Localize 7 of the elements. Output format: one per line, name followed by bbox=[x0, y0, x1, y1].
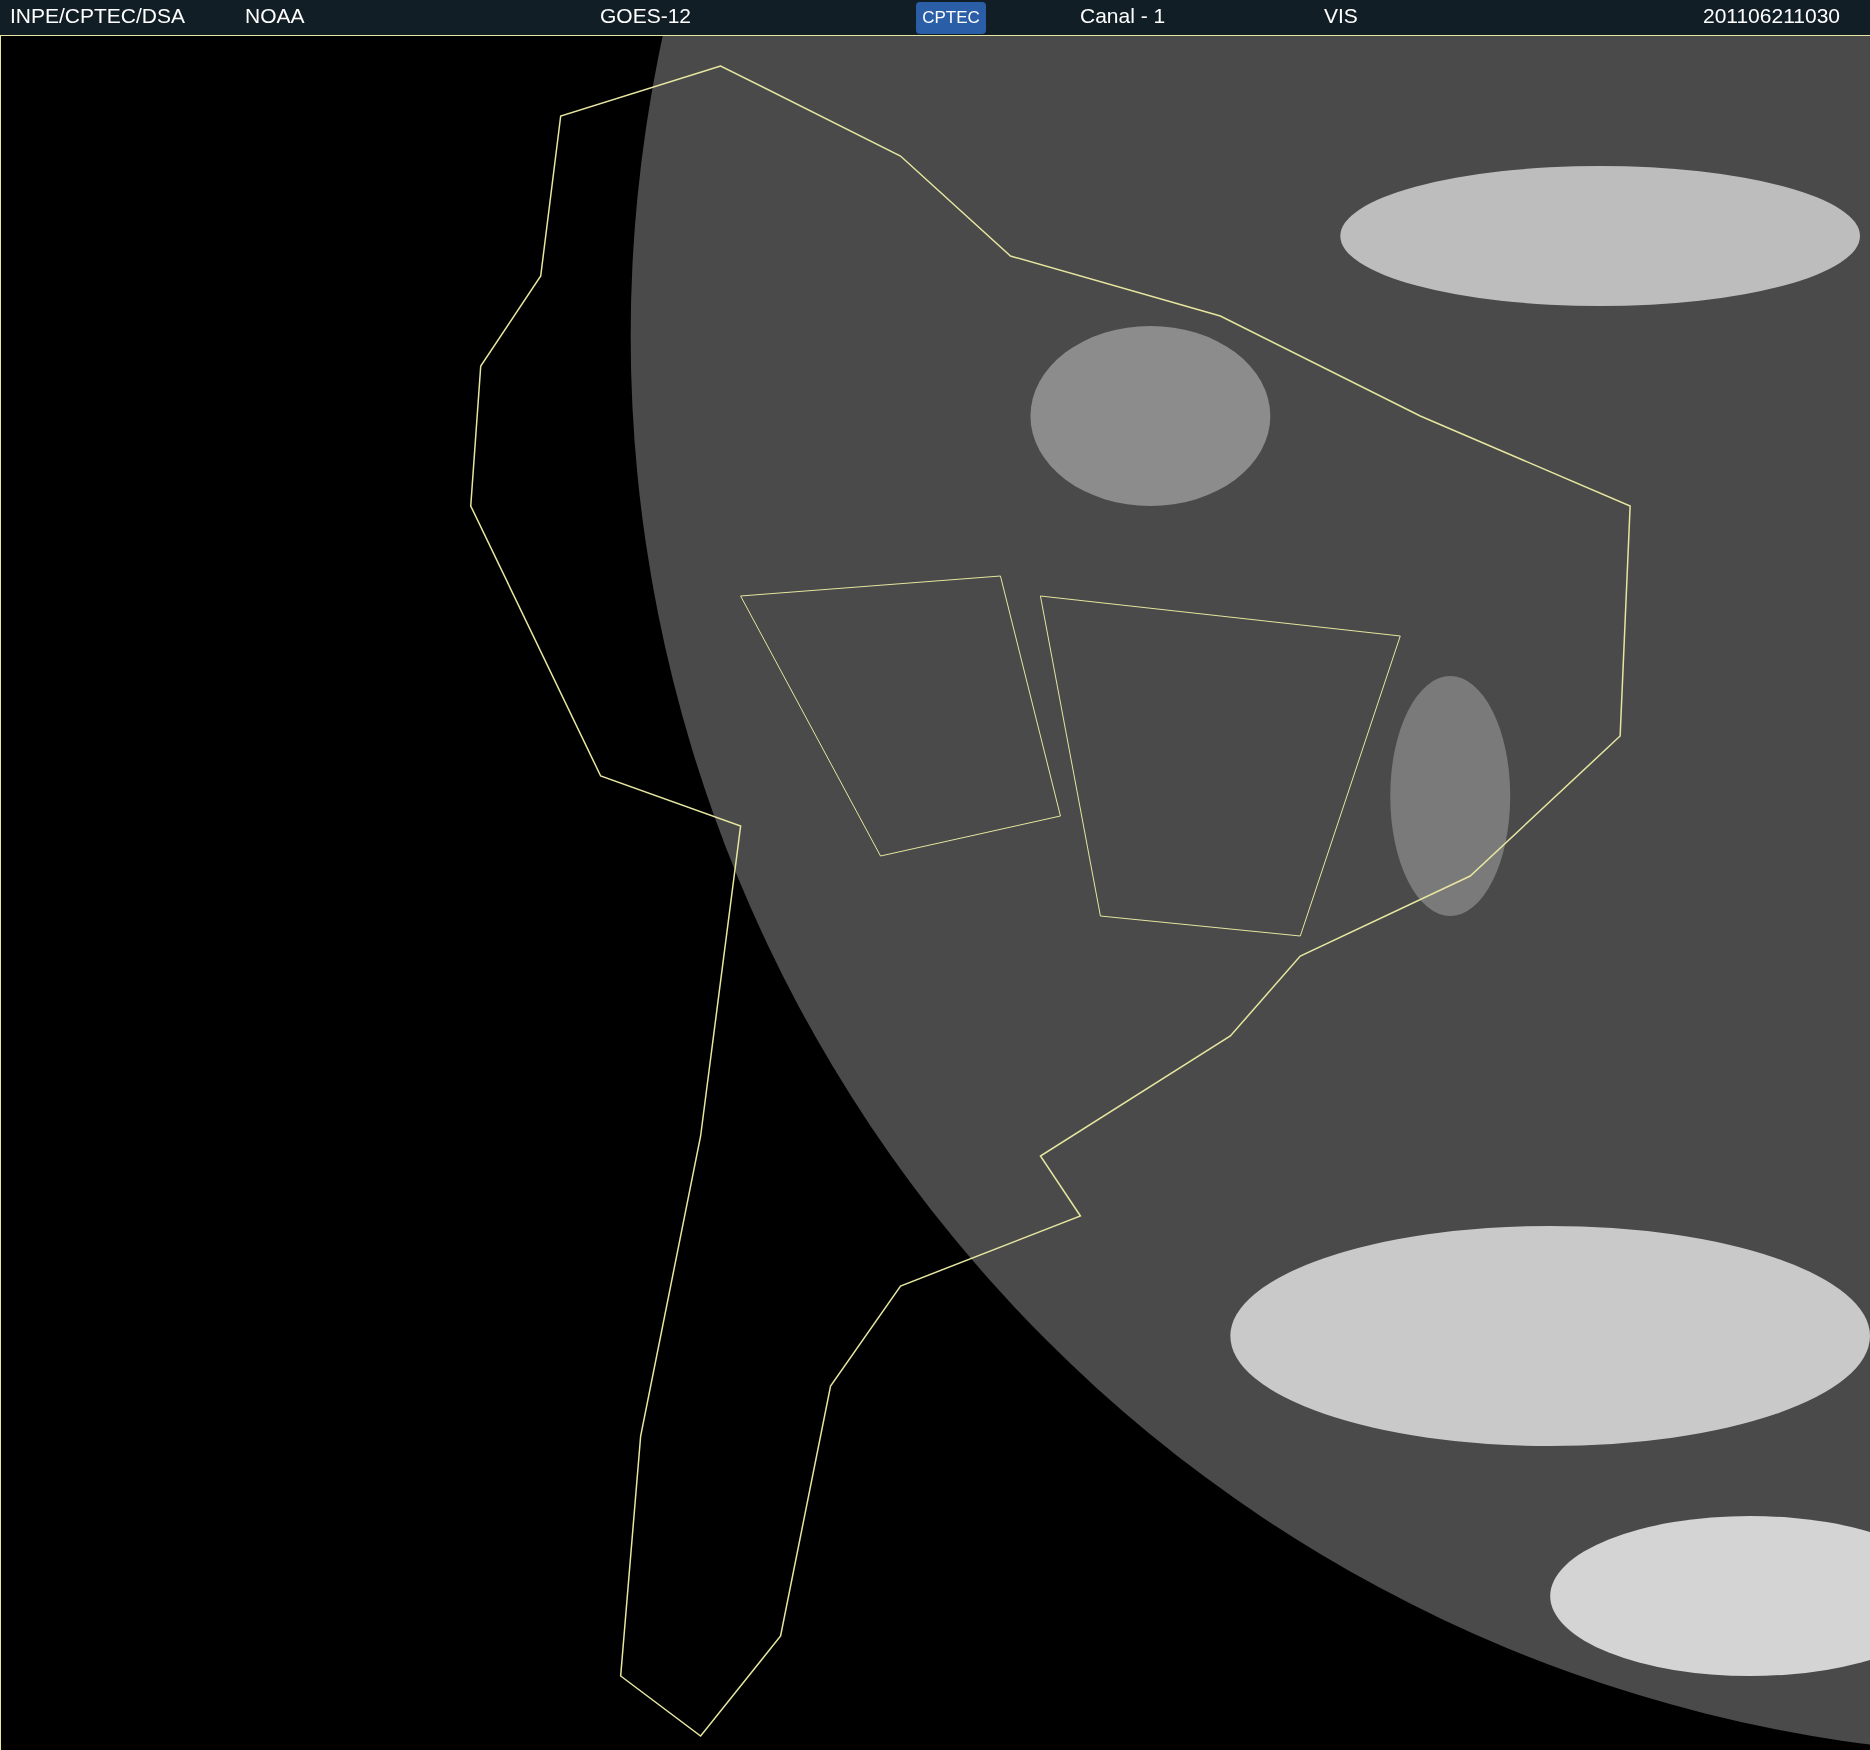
timestamp-label: 201106211030 bbox=[1702, 4, 1840, 27]
band-label: VIS bbox=[1324, 4, 1358, 27]
channel-label: Canal - 1 bbox=[1080, 4, 1166, 27]
logo: CPTEC bbox=[916, 1, 986, 34]
satellite-label: GOES-12 bbox=[600, 4, 692, 27]
source-label: INPE/CPTEC/DSA bbox=[10, 4, 186, 27]
agency-label: NOAA bbox=[245, 4, 305, 27]
